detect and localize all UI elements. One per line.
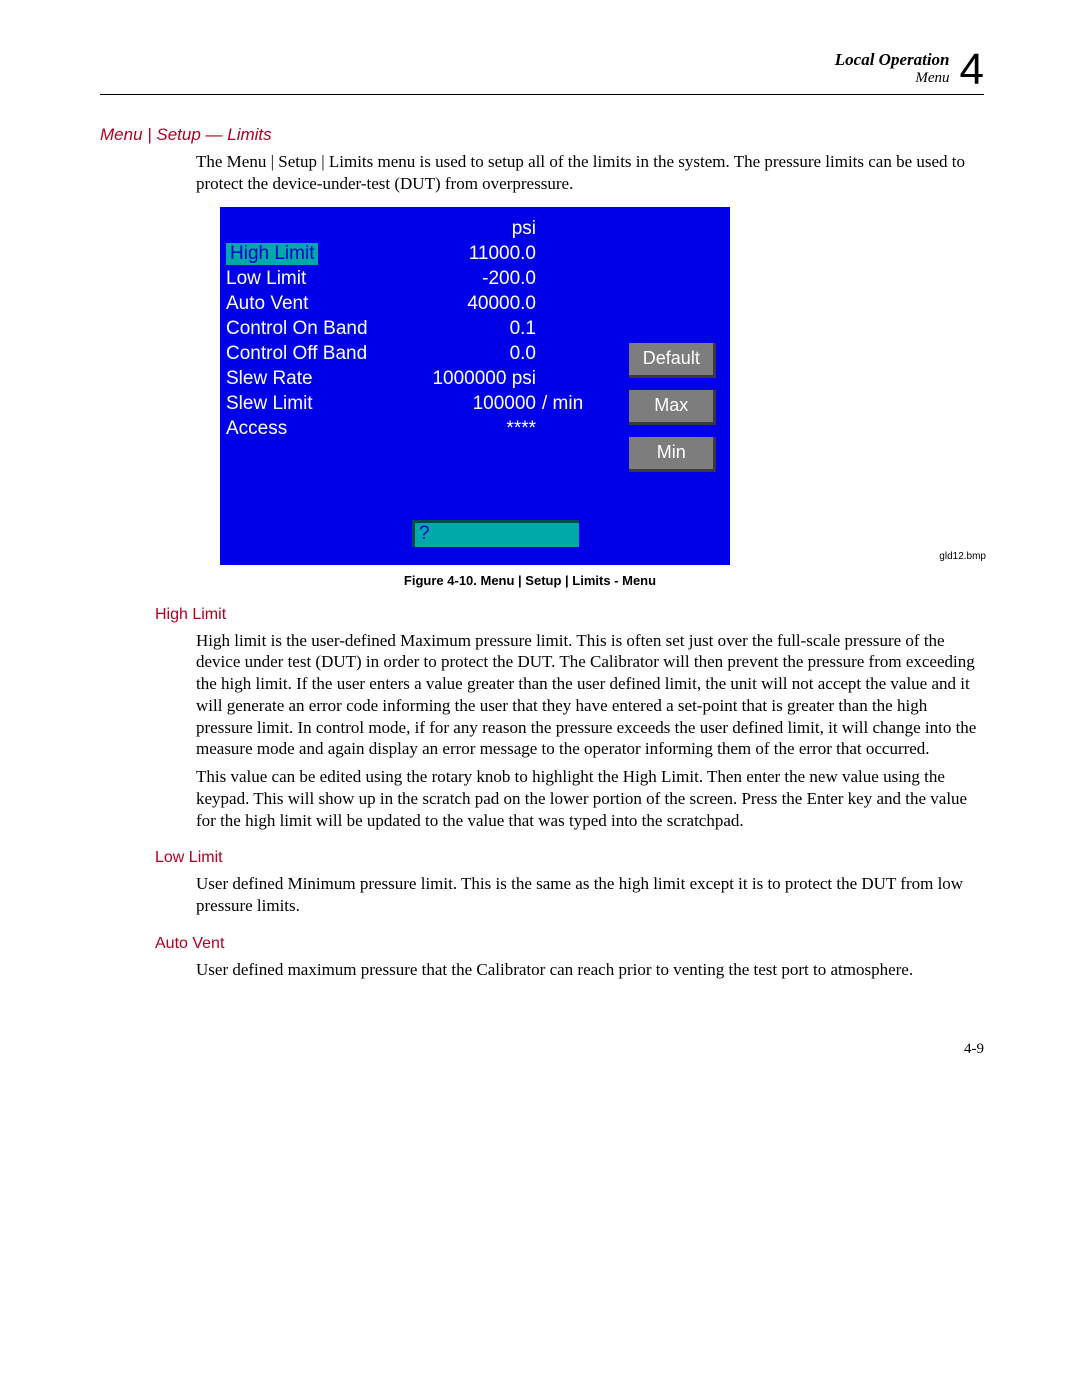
slew-limit-value: 100000 xyxy=(386,393,536,415)
intro-paragraph: The Menu | Setup | Limits menu is used t… xyxy=(196,151,984,195)
control-off-band-value: 0.0 xyxy=(386,343,536,365)
control-on-band-value: 0.1 xyxy=(386,318,536,340)
high-limit-label: High Limit xyxy=(226,243,318,265)
default-button[interactable]: Default xyxy=(629,343,716,378)
auto-vent-heading: Auto Vent xyxy=(155,935,984,953)
list-item[interactable]: Slew Rate 1000000 psi xyxy=(226,367,619,392)
min-button[interactable]: Min xyxy=(629,437,716,472)
list-item[interactable]: Control On Band 0.1 xyxy=(226,317,619,342)
high-limit-p2: This value can be edited using the rotar… xyxy=(196,766,984,831)
high-limit-p1: High limit is the user-defined Maximum p… xyxy=(196,630,984,761)
high-limit-heading: High Limit xyxy=(155,606,984,624)
list-item[interactable]: Control Off Band 0.0 xyxy=(226,342,619,367)
slew-rate-value: 1000000 psi xyxy=(386,368,536,390)
header-subsection: Menu xyxy=(835,70,950,87)
control-off-band-label: Control Off Band xyxy=(226,343,386,365)
figure-container: psi High Limit 11000.0 Low Limit -200.0 … xyxy=(220,207,840,588)
chapter-number: 4 xyxy=(960,48,984,92)
access-label: Access xyxy=(226,418,386,440)
figure-caption: Figure 4-10. Menu | Setup | Limits - Men… xyxy=(220,573,840,588)
slew-limit-unit: / min xyxy=(536,393,583,415)
list-item[interactable]: High Limit 11000.0 xyxy=(226,242,619,267)
unit-header: psi xyxy=(386,218,536,240)
softkey-column: Default Max Min xyxy=(619,207,730,565)
lcd-panel: psi High Limit 11000.0 Low Limit -200.0 … xyxy=(220,207,619,565)
slew-rate-label: Slew Rate xyxy=(226,368,386,390)
bmp-filename: gld12.bmp xyxy=(939,551,986,562)
list-item[interactable]: Access **** xyxy=(226,417,619,442)
auto-vent-label: Auto Vent xyxy=(226,293,386,315)
section-title: Menu | Setup — Limits xyxy=(100,125,984,145)
auto-vent-p1: User defined maximum pressure that the C… xyxy=(196,959,984,981)
low-limit-p1: User defined Minimum pressure limit. Thi… xyxy=(196,873,984,917)
header-section: Local Operation xyxy=(835,50,950,70)
access-value: **** xyxy=(386,418,536,440)
page-header: Local Operation Menu 4 xyxy=(100,50,984,95)
page-number: 4-9 xyxy=(100,1041,984,1058)
scratchpad-input[interactable]: ? xyxy=(412,520,579,547)
list-item[interactable]: Low Limit -200.0 xyxy=(226,267,619,292)
low-limit-value: -200.0 xyxy=(386,268,536,290)
list-item[interactable]: Auto Vent 40000.0 xyxy=(226,292,619,317)
control-on-band-label: Control On Band xyxy=(226,318,386,340)
device-screen: psi High Limit 11000.0 Low Limit -200.0 … xyxy=(220,207,730,565)
auto-vent-value: 40000.0 xyxy=(386,293,536,315)
low-limit-heading: Low Limit xyxy=(155,849,984,867)
max-button[interactable]: Max xyxy=(629,390,716,425)
low-limit-label: Low Limit xyxy=(226,268,386,290)
list-item[interactable]: Slew Limit 100000 / min xyxy=(226,392,619,417)
slew-limit-label: Slew Limit xyxy=(226,393,386,415)
high-limit-value: 11000.0 xyxy=(386,243,536,265)
